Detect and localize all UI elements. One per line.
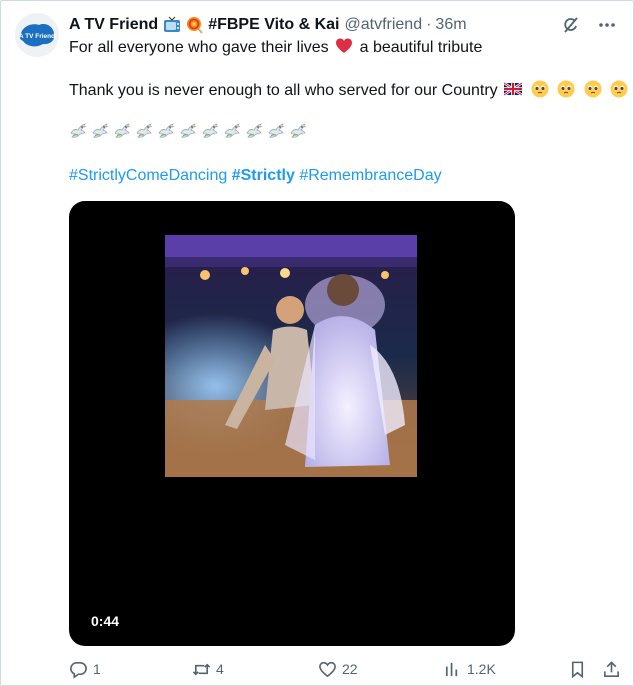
timestamp[interactable]: 36m [435, 16, 466, 34]
dove-icon [179, 122, 197, 140]
like-count: 22 [342, 661, 358, 677]
dove-icon [289, 122, 307, 140]
dove-icon [267, 122, 285, 140]
display-name[interactable]: A TV Friend [69, 16, 158, 34]
analytics-icon [443, 660, 462, 679]
red-heart-icon [335, 37, 353, 55]
television-icon [163, 16, 181, 34]
dove-emoji-row [69, 122, 307, 140]
dove-icon [113, 122, 131, 140]
view-count: 1.2K [467, 661, 496, 677]
user-handle[interactable]: @atvfriend [344, 16, 422, 34]
grok-icon[interactable] [561, 15, 581, 35]
video-player[interactable]: 0:44 [69, 201, 515, 646]
repost-count: 4 [216, 661, 224, 677]
tweet-text-part: For all everyone who gave their lives [69, 39, 329, 56]
pleading-face-icon [610, 80, 628, 98]
hashtag-line: #StrictlyComeDancing #Strictly #Remembra… [69, 165, 442, 187]
share-button[interactable] [602, 657, 621, 681]
dove-icon [69, 122, 87, 140]
separator-dot: · [426, 16, 432, 33]
tweet-text-part: Thank you is never enough to all who ser… [69, 82, 498, 99]
like-button[interactable]: 22 [318, 657, 358, 681]
repost-button[interactable]: 4 [192, 657, 224, 681]
display-name-suffix[interactable]: #FBPE Vito & Kai [208, 16, 339, 34]
repost-icon [192, 660, 211, 679]
reply-icon [69, 660, 88, 679]
tweet-header: A TV Friend #FBPE Vito & Kai @atvfriend … [69, 14, 467, 36]
dove-icon [201, 122, 219, 140]
lollipop-icon [186, 16, 204, 34]
reply-button[interactable]: 1 [69, 657, 101, 681]
action-bar: 1 4 22 1.2K [69, 657, 621, 681]
dove-icon [135, 122, 153, 140]
top-right-actions [561, 15, 617, 35]
video-frame [165, 235, 417, 477]
bookmark-icon [568, 660, 587, 679]
dove-icon [91, 122, 109, 140]
dove-icon [245, 122, 263, 140]
more-options-icon[interactable] [597, 15, 617, 35]
pleading-face-icon [557, 80, 575, 98]
hashtag-link[interactable]: #RemembranceDay [299, 167, 441, 184]
pleading-face-icon [531, 80, 549, 98]
share-icon [602, 660, 621, 679]
tweet-card[interactable]: A TV Friend A TV Friend #FBPE Vito & Kai… [0, 0, 634, 686]
video-duration: 0:44 [91, 613, 120, 629]
heart-icon [318, 660, 337, 679]
pleading-face-icon [584, 80, 602, 98]
hashtag-link[interactable]: #Strictly [232, 167, 295, 184]
bookmark-button[interactable] [568, 657, 587, 681]
reply-count: 1 [93, 661, 101, 677]
avatar[interactable]: A TV Friend [15, 13, 59, 57]
tweet-text-line-1: For all everyone who gave their lives a … [69, 37, 482, 59]
uk-flag-icon [504, 80, 523, 98]
tweet-text-part: a beautiful tribute [359, 39, 483, 56]
dove-icon [157, 122, 175, 140]
dove-icon [223, 122, 241, 140]
avatar-logo-text: A TV Friend [19, 33, 55, 40]
hashtag-link[interactable]: #StrictlyComeDancing [69, 167, 227, 184]
tweet-text-line-2: Thank you is never enough to all who ser… [69, 80, 630, 102]
views-button[interactable]: 1.2K [443, 657, 496, 681]
